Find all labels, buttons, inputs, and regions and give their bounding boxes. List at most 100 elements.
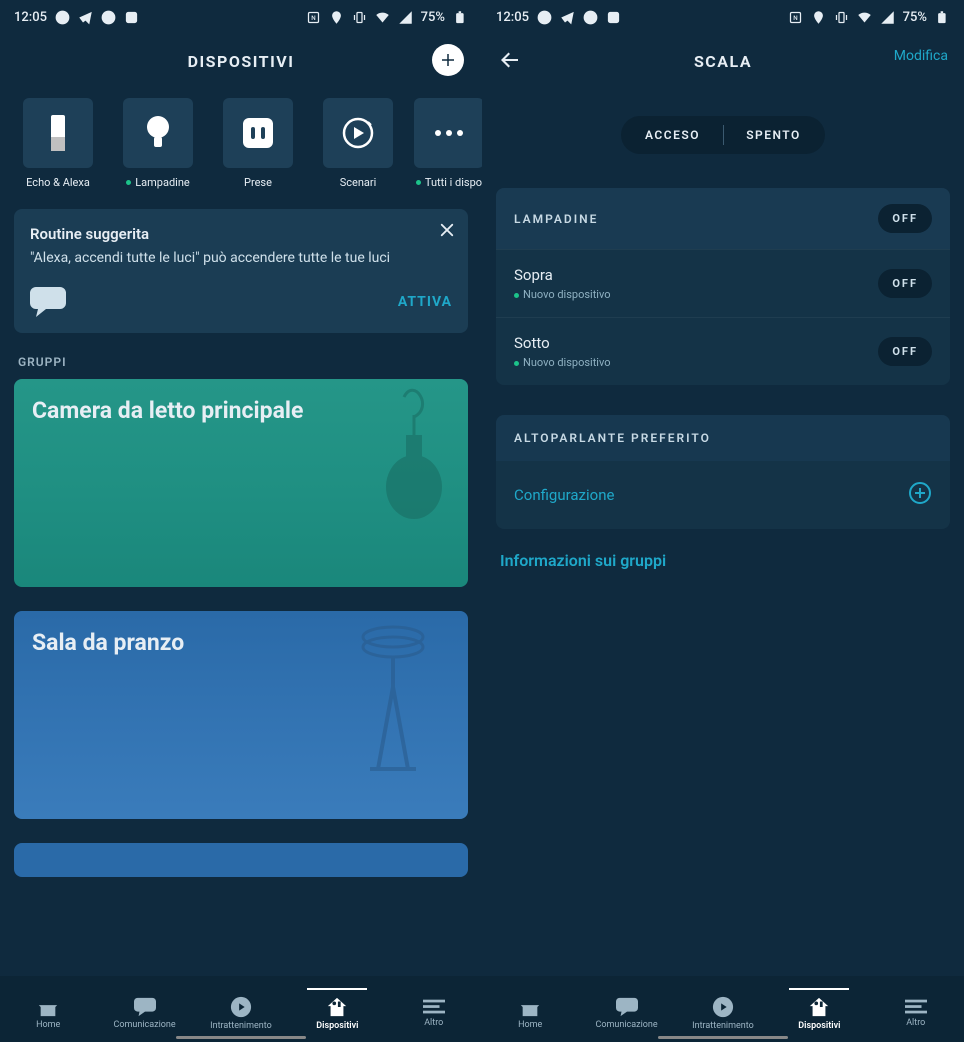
svg-text:N: N [793, 14, 797, 22]
group-title: Camera da letto principale [32, 397, 303, 424]
svg-text:N: N [311, 14, 315, 22]
close-icon [438, 221, 456, 239]
category-plugs[interactable]: Prese [214, 98, 302, 189]
nav-more[interactable]: Altro [386, 991, 482, 1028]
nav-communication[interactable]: Comunicazione [579, 989, 675, 1030]
close-button[interactable] [438, 221, 456, 243]
battery-text: 75% [421, 10, 445, 25]
groups-label: GRUPPI [18, 355, 464, 369]
category-label: Scenari [340, 176, 377, 189]
bulbs-panel-header: LAMPADINE OFF [496, 188, 950, 249]
play-icon [712, 996, 734, 1018]
header: DISPOSITIVI [0, 34, 482, 88]
battery-icon [935, 10, 950, 25]
device-row[interactable]: Sopra Nuovo dispositivo OFF [496, 249, 950, 317]
facebook-icon [55, 10, 70, 25]
category-label: Tutti i dispo [425, 176, 482, 189]
echo-icon [47, 113, 69, 153]
lamp-illustration [358, 619, 428, 779]
status-time: 12:05 [14, 10, 47, 25]
signal-icon [398, 10, 413, 25]
status-time: 12:05 [496, 10, 529, 25]
activate-button[interactable]: ATTIVA [398, 294, 452, 310]
page-title: DISPOSITIVI [188, 52, 295, 71]
nav-communication[interactable]: Comunicazione [97, 989, 193, 1030]
speaker-panel-header: ALTOPARLANTE PREFERITO [496, 415, 950, 461]
arrow-left-icon [498, 48, 522, 72]
vibrate-icon [352, 10, 367, 25]
device-toggle[interactable]: OFF [878, 269, 932, 298]
status-bar: 12:05 N 75% [482, 0, 964, 34]
header: SCALA Modifica [482, 34, 964, 88]
page-title: SCALA [694, 52, 752, 71]
device-name: Sotto [514, 334, 611, 352]
nfc-icon: N [306, 10, 321, 25]
more-dots-icon [434, 129, 464, 137]
category-echo[interactable]: Echo & Alexa [14, 98, 102, 189]
home-icon [519, 997, 541, 1017]
devices-icon [808, 996, 830, 1018]
back-button[interactable] [498, 48, 522, 76]
nfc-icon: N [788, 10, 803, 25]
wifi-icon [375, 10, 390, 25]
menu-icon [423, 999, 445, 1015]
bulbs-panel: LAMPADINE OFF Sopra Nuovo dispositivo OF… [496, 188, 950, 385]
bulb-icon [144, 115, 172, 151]
group-partial[interactable] [14, 843, 468, 877]
screen-devices: 12:05 N 75% DISPOSITIVI Echo & Alexa [0, 0, 482, 1042]
home-indicator[interactable] [176, 1036, 306, 1039]
facebook-icon [101, 10, 116, 25]
group-bedroom[interactable]: Camera da letto principale [14, 379, 468, 587]
facebook-icon [583, 10, 598, 25]
configure-label: Configurazione [514, 486, 614, 504]
device-row[interactable]: Sotto Nuovo dispositivo OFF [496, 317, 950, 385]
section-label: ALTOPARLANTE PREFERITO [514, 431, 711, 445]
screen-room: 12:05 N 75% SCALA Modifica ACCESO SPENTO [482, 0, 964, 1042]
telegram-icon [78, 10, 93, 25]
scene-icon [341, 116, 375, 150]
bottom-nav: Home Comunicazione Intrattenimento Dispo… [0, 976, 482, 1042]
section-toggle[interactable]: OFF [878, 204, 932, 233]
group-info-link[interactable]: Informazioni sui gruppi [500, 551, 946, 570]
group-diningroom[interactable]: Sala da pranzo [14, 611, 468, 819]
nav-devices[interactable]: Dispositivi [289, 988, 385, 1031]
nav-entertainment[interactable]: Intrattenimento [675, 988, 771, 1031]
device-toggle[interactable]: OFF [878, 337, 932, 366]
plug-icon [241, 116, 275, 150]
configure-row[interactable]: Configurazione [496, 461, 950, 529]
category-all[interactable]: Tutti i dispo [414, 98, 482, 189]
edit-button[interactable]: Modifica [894, 48, 948, 64]
section-label: LAMPADINE [514, 212, 598, 226]
category-label: Lampadine [135, 176, 190, 189]
speaker-panel: ALTOPARLANTE PREFERITO Configurazione [496, 415, 950, 529]
menu-icon [905, 999, 927, 1015]
nav-devices[interactable]: Dispositivi [771, 988, 867, 1031]
add-icon [908, 481, 932, 509]
home-indicator[interactable] [658, 1036, 788, 1039]
routine-body: "Alexa, accendi tutte le luci" può accen… [30, 249, 452, 267]
chat-icon [134, 997, 156, 1017]
telegram-icon [560, 10, 575, 25]
category-scenes[interactable]: Scenari [314, 98, 402, 189]
nav-home[interactable]: Home [0, 989, 96, 1030]
segment-off[interactable]: SPENTO [724, 128, 824, 142]
routine-title: Routine suggerita [30, 225, 452, 243]
vase-illustration [374, 387, 454, 527]
device-categories[interactable]: Echo & Alexa Lampadine Prese Scenari Tut… [0, 88, 482, 195]
segment-on[interactable]: ACCESO [623, 128, 723, 142]
add-button[interactable] [432, 44, 464, 76]
location-icon [329, 10, 344, 25]
devices-icon [326, 996, 348, 1018]
chat-icon [616, 997, 638, 1017]
routine-card: Routine suggerita "Alexa, accendi tutte … [14, 209, 468, 333]
instagram-icon [606, 10, 621, 25]
status-bar: 12:05 N 75% [0, 0, 482, 34]
facebook-icon [537, 10, 552, 25]
nav-home[interactable]: Home [482, 989, 578, 1030]
home-icon [37, 997, 59, 1017]
nav-entertainment[interactable]: Intrattenimento [193, 988, 289, 1031]
nav-more[interactable]: Altro [868, 991, 964, 1028]
category-bulbs[interactable]: Lampadine [114, 98, 202, 189]
power-segmented[interactable]: ACCESO SPENTO [621, 116, 825, 154]
device-name: Sopra [514, 266, 611, 284]
